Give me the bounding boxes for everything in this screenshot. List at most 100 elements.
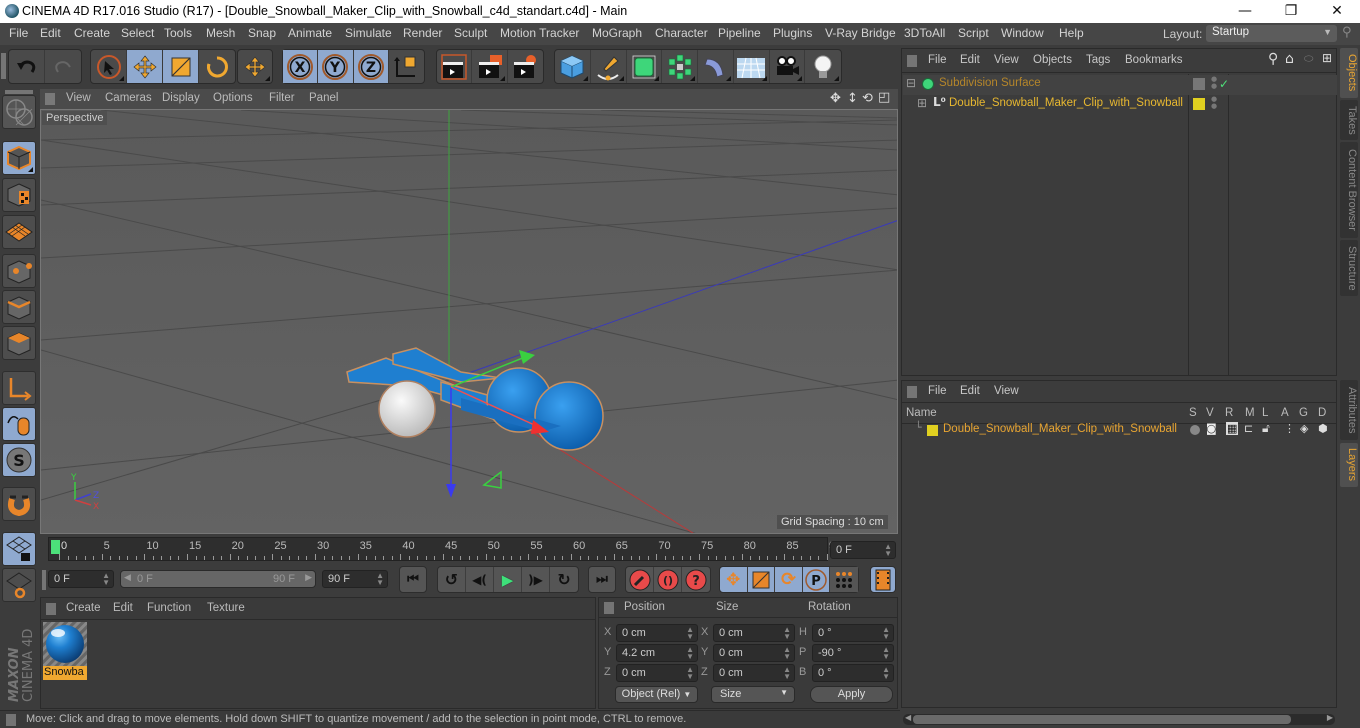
search-icon[interactable]: ⚲ <box>1268 51 1278 67</box>
menu-edit[interactable]: Edit <box>40 26 61 40</box>
rotation-h-field[interactable]: 0 ° ▲ ▼ <box>812 624 894 642</box>
axis-mode-button[interactable] <box>2 371 36 405</box>
points-mode-button[interactable] <box>2 254 36 288</box>
playhead[interactable] <box>51 540 60 554</box>
go-to-end-button[interactable]: ⏭ <box>589 567 615 592</box>
size-z-field[interactable]: 0 cm ▲ ▼ <box>713 664 795 682</box>
range-left-arrow-icon[interactable]: ◀ <box>124 573 131 583</box>
objects-menu-objects[interactable]: Objects <box>1033 54 1072 66</box>
recent-move-button[interactable] <box>238 50 272 83</box>
previous-keyframe-button[interactable]: ↺ <box>438 567 466 592</box>
spinner-icon[interactable]: ▲ ▼ <box>783 646 791 661</box>
next-frame-button[interactable]: )▶ <box>522 567 550 592</box>
position-track-button[interactable]: ✥ <box>720 567 748 592</box>
y-axis-lock-button[interactable]: Y <box>318 50 354 83</box>
menu-tools[interactable]: Tools <box>164 26 192 40</box>
material-menu-texture[interactable]: Texture <box>207 602 245 614</box>
autokeying-button[interactable]: () <box>654 567 682 592</box>
start-frame-field[interactable]: 0 F ▲ ▼ <box>48 570 114 588</box>
move-tool-button[interactable] <box>127 50 163 83</box>
objects-menu-file[interactable]: File <box>928 54 947 66</box>
spinner-icon[interactable]: ▲ ▼ <box>686 646 694 661</box>
layout-dropdown[interactable]: Startup ▼ <box>1206 25 1337 42</box>
point-level-track-button[interactable] <box>830 567 859 592</box>
live-selection-button[interactable] <box>91 50 127 83</box>
home-icon[interactable]: ⌂ <box>1285 51 1294 67</box>
add-cube-button[interactable] <box>555 50 591 83</box>
locked-workplane-button[interactable] <box>2 532 36 566</box>
menu-mograph[interactable]: MoGraph <box>592 26 642 40</box>
layer-color-swatch[interactable] <box>1193 98 1205 110</box>
add-subdivision-surface-button[interactable] <box>627 50 663 83</box>
object-name[interactable]: Double_Snowball_Maker_Clip_with_Snowball <box>949 97 1183 109</box>
menu-3dtoall[interactable]: 3DToAll <box>904 26 945 40</box>
generator-icon[interactable]: ◈ <box>1300 422 1308 435</box>
close-button[interactable]: ✕ <box>1314 0 1360 23</box>
collapse-icon[interactable]: ⊟ <box>906 76 916 90</box>
record-active-objects-button[interactable] <box>626 567 654 592</box>
object-name[interactable]: Subdivision Surface <box>939 77 1041 89</box>
expand-icon[interactable]: ⊞ <box>917 96 927 110</box>
menu-character[interactable]: Character <box>655 26 708 40</box>
end-frame-field[interactable]: 90 F ▲ ▼ <box>322 570 388 588</box>
add-spline-pen-button[interactable] <box>591 50 627 83</box>
scroll-right-arrow-icon[interactable]: ▶ <box>1327 713 1333 722</box>
rotation-p-field[interactable]: -90 ° ▲ ▼ <box>812 644 894 662</box>
go-to-start-button[interactable]: ⏮ <box>400 567 426 592</box>
minimize-button[interactable]: — <box>1222 0 1268 23</box>
play-button[interactable]: ▶ <box>494 567 522 592</box>
position-y-field[interactable]: 4.2 cm ▲ ▼ <box>616 644 698 662</box>
render-clapper-icon[interactable]: ▦ <box>1226 422 1239 435</box>
menu-simulate[interactable]: Simulate <box>345 26 392 40</box>
spinner-icon[interactable]: ▲ ▼ <box>686 626 694 641</box>
viewport-menu-view[interactable]: View <box>66 92 91 104</box>
manager-hierarchy-icon[interactable]: ⊏ <box>1244 422 1253 435</box>
current-frame-field[interactable]: 0 F ▲ ▼ <box>830 541 896 559</box>
rotation-b-field[interactable]: 0 ° ▲ ▼ <box>812 664 894 682</box>
size-x-field[interactable]: 0 cm ▲ ▼ <box>713 624 795 642</box>
frame-range-slider[interactable]: ◀ 0 F 90 F ▶ <box>120 570 316 588</box>
objects-menu-edit[interactable]: Edit <box>960 54 980 66</box>
previous-frame-button[interactable]: ◀( <box>466 567 494 592</box>
layers-menu-view[interactable]: View <box>994 385 1019 397</box>
keyframe-selection-button[interactable]: ? <box>682 567 710 592</box>
menu-pipeline[interactable]: Pipeline <box>718 26 761 40</box>
tab-objects[interactable]: Objects <box>1340 48 1358 98</box>
eye-icon[interactable]: ⬭ <box>1304 52 1313 66</box>
visibility-dots-icon[interactable]: ● ● <box>1211 96 1217 110</box>
tab-structure[interactable]: Structure <box>1340 240 1358 296</box>
new-window-icon[interactable]: ⊞ <box>1322 51 1332 65</box>
rotate-tool-button[interactable] <box>199 50 235 83</box>
material-swatch[interactable]: Snowba <box>43 622 87 680</box>
next-keyframe-button[interactable]: ↻ <box>550 567 578 592</box>
rotate-view-icon[interactable]: ⟲ <box>862 91 873 106</box>
layers-menu-file[interactable]: File <box>928 385 947 397</box>
scale-track-button[interactable] <box>748 567 776 592</box>
model-mode-button[interactable] <box>2 141 36 175</box>
viewport-menu-options[interactable]: Options <box>213 92 253 104</box>
menu-vray-bridge[interactable]: V-Ray Bridge <box>825 26 896 40</box>
x-axis-lock-button[interactable]: X <box>283 50 319 83</box>
object-row-double-snowball[interactable]: ⊞ L⁰ Double_Snowball_Maker_Clip_with_Sno… <box>903 95 1337 115</box>
layer-row[interactable]: └ Double_Snowball_Maker_Clip_with_Snowba… <box>903 421 1337 441</box>
add-cloner-button[interactable] <box>662 50 698 83</box>
view-eye-icon[interactable]: ◙ <box>1206 422 1217 435</box>
spinner-icon[interactable]: ▲ ▼ <box>884 543 892 558</box>
snap-button[interactable]: S <box>2 443 36 477</box>
menu-mesh[interactable]: Mesh <box>206 26 235 40</box>
coordinate-mode-dropdown[interactable]: Object (Rel) ▼ <box>615 686 698 703</box>
menu-motion-tracker[interactable]: Motion Tracker <box>500 26 579 40</box>
layer-name[interactable]: Double_Snowball_Maker_Clip_with_Snowball <box>943 423 1177 435</box>
menu-render[interactable]: Render <box>403 26 442 40</box>
layer-color-swatch[interactable] <box>927 425 938 436</box>
3d-viewport[interactable]: Y Z X <box>40 109 898 534</box>
menu-snap[interactable]: Snap <box>248 26 276 40</box>
apply-button[interactable]: Apply <box>810 686 893 703</box>
position-x-field[interactable]: 0 cm ▲ ▼ <box>616 624 698 642</box>
menu-help[interactable]: Help <box>1059 26 1084 40</box>
add-deformer-button[interactable] <box>698 50 734 83</box>
objects-menu-tags[interactable]: Tags <box>1086 54 1110 66</box>
z-axis-lock-button[interactable]: Z <box>353 50 389 83</box>
coordinate-system-button[interactable] <box>389 50 424 83</box>
solo-toggle-icon[interactable] <box>1190 425 1200 435</box>
